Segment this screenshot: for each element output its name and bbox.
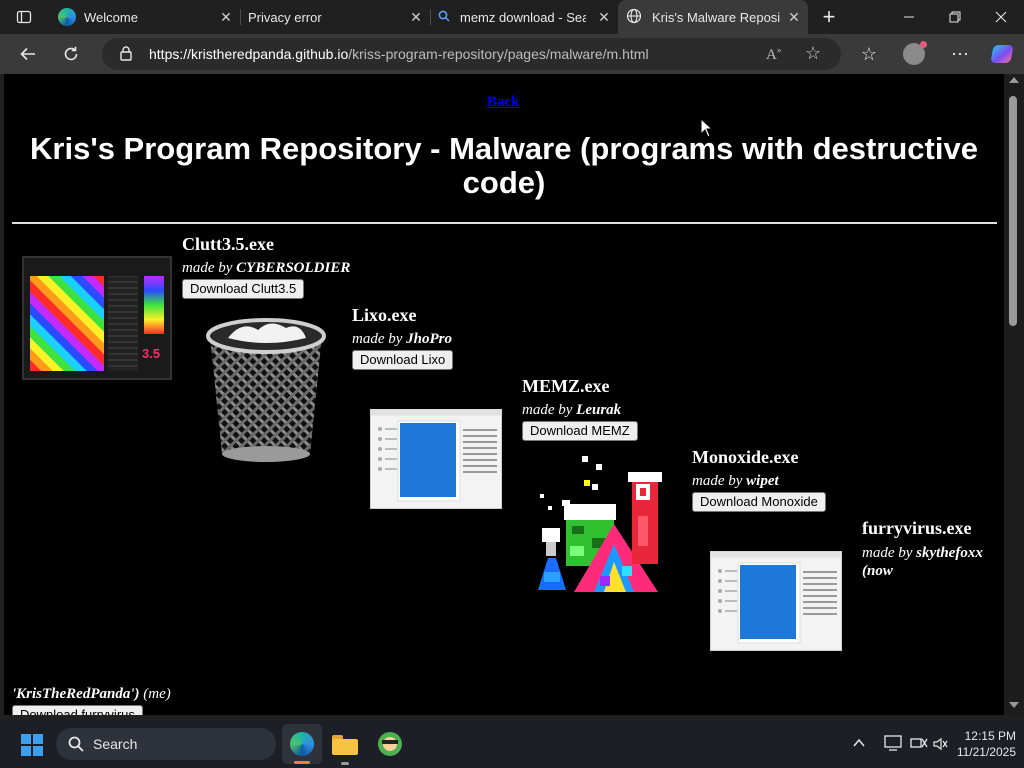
taskbar-search[interactable]: Search <box>56 728 276 760</box>
restore-button[interactable] <box>932 0 978 34</box>
program-author: made by wipet <box>692 473 779 490</box>
program-author-continued: 'KrisTheRedPanda') (me) <box>12 686 171 703</box>
file-explorer-icon[interactable] <box>332 733 358 765</box>
clock-date: 11/21/2025 <box>956 745 1016 759</box>
url-host: https://kristheredpanda.github.io <box>149 46 349 62</box>
tab-privacy-error[interactable]: Privacy error ✕ <box>240 0 430 34</box>
program-name: MEMZ.exe <box>522 376 610 396</box>
download-memz-button[interactable]: Download MEMZ <box>522 421 638 441</box>
profile-avatar[interactable] <box>900 40 928 68</box>
download-lixo-button[interactable]: Download Lixo <box>352 350 454 370</box>
new-tab-button[interactable]: + <box>806 0 852 34</box>
author-name: CYBERSOLDIER <box>236 260 351 276</box>
window-placeholder-icon <box>710 551 842 651</box>
tab-strip: Welcome ✕ Privacy error ✕ memz download … <box>0 0 1024 34</box>
close-tab-icon[interactable]: ✕ <box>218 9 234 25</box>
globe-icon <box>626 8 642 27</box>
edge-icon <box>58 8 76 26</box>
program-author: made by JhoPro <box>352 331 452 348</box>
clock-time: 12:15 PM <box>964 729 1016 743</box>
close-tab-icon[interactable]: ✕ <box>408 9 424 25</box>
author-name-continued: 'KrisTheRedPanda') <box>12 686 140 702</box>
program-name: Lixo.exe <box>352 305 417 325</box>
program-author: made by skythefoxx (now <box>862 544 1002 580</box>
tab-title: Welcome <box>84 9 138 25</box>
clock[interactable]: 12:15 PM 11/21/2025 <box>944 728 1016 760</box>
copilot-icon[interactable] <box>988 40 1016 68</box>
webpage: Back Kris's Program Repository - Malware… <box>4 74 1004 715</box>
display-icon[interactable] <box>884 735 902 756</box>
search-icon <box>438 10 450 25</box>
made-by-label: made by <box>182 260 233 276</box>
read-aloud-icon[interactable]: A» <box>766 45 781 64</box>
tab-title: Kris's Malware Repository <box>652 9 780 25</box>
minimize-button[interactable] <box>886 0 932 34</box>
back-link[interactable]: Back <box>487 94 520 111</box>
tab-malware-repository[interactable]: Kris's Malware Repository ✕ <box>618 0 808 34</box>
author-note: (me) <box>143 686 171 702</box>
refresh-icon[interactable] <box>57 40 85 68</box>
clutt-thumbnail: 3.5 <box>22 256 172 380</box>
address-bar[interactable]: https://kristheredpanda.github.io/kriss-… <box>102 38 841 70</box>
download-clutt-button[interactable]: Download Clutt3.5 <box>182 279 305 299</box>
url-path: /kriss-program-repository/pages/malware/… <box>348 46 649 62</box>
tab-memz-search[interactable]: memz download - Search ✕ <box>430 0 618 34</box>
download-monoxide-button[interactable]: Download Monoxide <box>692 492 826 512</box>
scrollbar-thumb[interactable] <box>1009 96 1017 326</box>
author-name: wipet <box>746 473 779 489</box>
close-tab-icon[interactable]: ✕ <box>786 9 802 25</box>
memz-flasks-icon <box>534 454 670 600</box>
edge-taskbar-icon[interactable] <box>282 724 322 764</box>
page-title: Kris's Program Repository - Malware (pro… <box>30 131 978 200</box>
url-text: https://kristheredpanda.github.io/kriss-… <box>149 46 649 62</box>
made-by-label: made by <box>692 473 743 489</box>
browser-toolbar: https://kristheredpanda.github.io/kriss-… <box>0 34 1024 74</box>
favorite-star-icon[interactable]: ☆ <box>805 43 821 64</box>
window-placeholder-icon <box>370 409 502 509</box>
program-name: Monoxide.exe <box>692 447 799 467</box>
scroll-up-arrow-icon[interactable] <box>1009 77 1019 83</box>
search-placeholder: Search <box>93 736 138 752</box>
tab-actions-icon[interactable] <box>10 3 38 31</box>
program-name: furryvirus.exe <box>862 518 972 538</box>
download-furryvirus-button[interactable]: Download furryvirus <box>12 705 143 715</box>
made-by-label: made by <box>862 545 913 561</box>
author-name: JhoPro <box>406 331 452 347</box>
mouse-cursor-icon <box>700 117 714 143</box>
windows-taskbar: Search 12:15 PM 11/21/2025 <box>0 720 1024 768</box>
program-name: Clutt3.5.exe <box>182 234 274 254</box>
site-info-lock-icon[interactable] <box>120 46 132 66</box>
author-name: Leurak <box>576 402 622 418</box>
program-author: made by Leurak <box>522 402 621 419</box>
back-arrow-icon[interactable] <box>14 40 42 68</box>
search-icon <box>68 736 84 757</box>
chevron-up-icon[interactable] <box>852 736 866 755</box>
network-icon[interactable] <box>910 735 928 756</box>
tab-welcome[interactable]: Welcome ✕ <box>50 0 240 34</box>
page-scrollbar[interactable] <box>1004 74 1024 715</box>
recycle-bin-icon <box>202 314 330 464</box>
horizontal-rule <box>12 222 997 224</box>
made-by-label: made by <box>352 331 403 347</box>
favorites-icon[interactable]: ☆ <box>855 40 883 68</box>
tab-title: Privacy error <box>248 9 322 25</box>
close-tab-icon[interactable]: ✕ <box>596 9 612 25</box>
start-windows-icon[interactable] <box>20 733 44 757</box>
app-avatar-icon[interactable] <box>378 732 402 756</box>
tab-title: memz download - Search <box>460 9 586 25</box>
made-by-label: made by <box>522 402 573 418</box>
more-options-icon[interactable]: ⋯ <box>946 40 974 68</box>
close-window-button[interactable] <box>978 0 1024 34</box>
scroll-down-arrow-icon[interactable] <box>1009 702 1019 708</box>
program-author: made by CYBERSOLDIER <box>182 260 350 277</box>
